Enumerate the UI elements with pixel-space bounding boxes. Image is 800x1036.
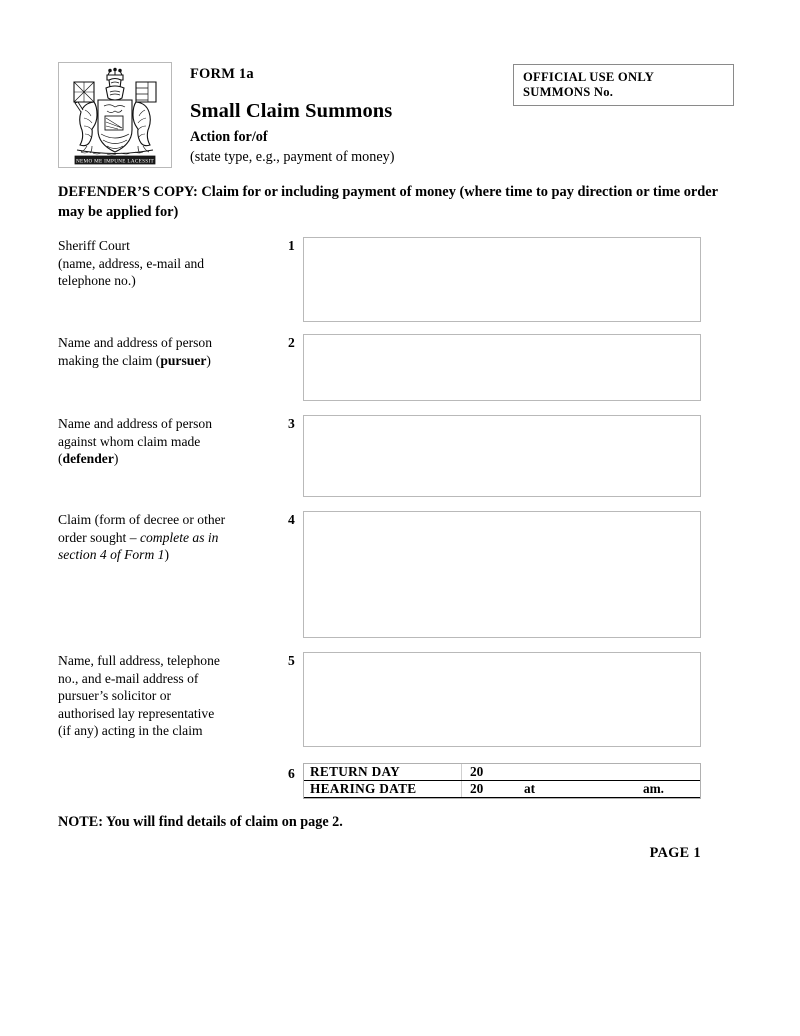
section-label: Name and address of person against whom … — [58, 415, 286, 468]
official-use-title: OFFICIAL USE ONLY — [523, 70, 655, 84]
page-footer: PAGE 1 — [649, 845, 701, 861]
section-input-claim[interactable] — [303, 511, 701, 638]
return-day-label: RETURN DAY — [304, 764, 462, 780]
note-text: NOTE: You will find details of claim on … — [58, 814, 343, 830]
section-label-line: making the claim (pursuer) — [58, 352, 211, 368]
document-header: NEMO ME IMPUNE LACESSIT FORM 1a Small Cl… — [58, 62, 742, 177]
hearing-date-at: at — [524, 781, 536, 796]
section-label-line: section 4 of Form 1) — [58, 547, 170, 562]
section-input-defender[interactable] — [303, 415, 701, 497]
section-label-text: Claim (form of decree or other — [58, 512, 226, 527]
table-row: HEARING DATE 20 at am. — [304, 781, 700, 798]
section-label-line: (name, address, e-mail and — [58, 255, 205, 271]
summons-number-label: SUMMONS No. — [523, 85, 614, 99]
section-label-text: Name and address of person — [58, 335, 213, 350]
return-day-at — [524, 764, 604, 780]
section-input-pursuer[interactable] — [303, 334, 701, 401]
hearing-date-year[interactable]: 20 — [462, 781, 524, 797]
section-label-line: (if any) acting in the claim — [58, 723, 203, 738]
section-label-line: Claim (form of decree or other — [58, 511, 286, 529]
section-input-sheriff-court[interactable] — [303, 237, 701, 322]
section-label: Claim (form of decree or other order sou… — [58, 511, 286, 564]
return-day-year[interactable]: 20 — [462, 764, 524, 780]
hearing-table: RETURN DAY 20 HEARING DATE 20 at am. — [303, 763, 701, 799]
document-page: NEMO ME IMPUNE LACESSIT FORM 1a Small Cl… — [0, 0, 800, 1036]
section-label-line: Name and address of person — [58, 415, 286, 433]
return-day-ampm — [604, 764, 700, 780]
title-block: FORM 1a Small Claim Summons Action for/o… — [190, 66, 520, 167]
table-row: RETURN DAY 20 — [304, 764, 700, 781]
hearing-date-ampm: am. — [642, 781, 664, 796]
section-number: 1 — [288, 238, 295, 253]
section-number: 3 — [288, 416, 295, 431]
section-label-line: against whom claim made — [58, 433, 286, 451]
page-title: Small Claim Summons — [190, 100, 393, 122]
section-label-line: pursuer’s solicitor or — [58, 688, 172, 703]
section-label-line: telephone no.) — [58, 273, 136, 288]
official-use-box: OFFICIAL USE ONLY SUMMONS No. — [513, 64, 734, 106]
section-label-line: Sheriff Court — [58, 238, 130, 253]
section-label: Name, full address, telephone no., and e… — [58, 652, 286, 740]
form-number: FORM 1a — [190, 66, 254, 82]
royal-coat-of-arms-scotland-icon: NEMO ME IMPUNE LACESSIT — [58, 62, 172, 168]
section-label-line: order sought – complete as in — [58, 529, 219, 545]
section-label-line: (defender) — [58, 451, 119, 466]
svg-text:NEMO ME IMPUNE LACESSIT: NEMO ME IMPUNE LACESSIT — [76, 158, 154, 164]
defender-copy-statement: DEFENDER’S COPY: Claim for or including … — [58, 184, 718, 220]
action-for-label: Action for/of — [190, 129, 268, 145]
section-label-text: against whom claim made — [58, 433, 201, 449]
section-label-line: Name and address of person — [58, 334, 286, 352]
section-number: 6 — [288, 766, 295, 781]
section-number: 5 — [288, 653, 295, 668]
section-label-line: Name, full address, telephone — [58, 653, 220, 668]
state-type-hint: (state type, e.g., payment of money) — [190, 149, 395, 165]
section-input-solicitor[interactable] — [303, 652, 701, 747]
section-number: 2 — [288, 335, 295, 350]
section-label: Sheriff Court (name, address, e-mail and… — [58, 237, 286, 290]
section-label: Name and address of person making the cl… — [58, 334, 286, 369]
hearing-date-label: HEARING DATE — [304, 781, 462, 797]
section-label-line: authorised lay representative — [58, 705, 215, 721]
section-number: 4 — [288, 512, 295, 527]
section-label-line: no., and e-mail address of — [58, 670, 199, 686]
section-label-text: Name and address of person — [58, 416, 213, 431]
